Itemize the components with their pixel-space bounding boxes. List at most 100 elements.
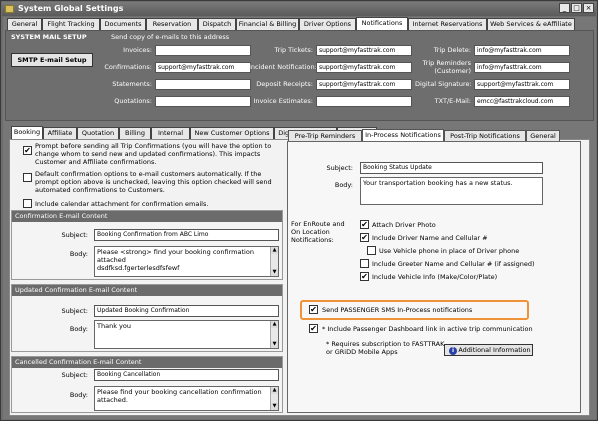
txt-email-field[interactable]: emcc@fasttrakcloud.com <box>474 96 570 107</box>
close-button[interactable]: × <box>583 3 594 13</box>
trip-reminders-email-field[interactable]: info@myfasttrak.com <box>474 62 570 73</box>
tab-billing[interactable]: Billing <box>119 127 151 139</box>
include-dashboard-link-checkbox[interactable]: ✔ <box>309 324 318 333</box>
updated-subject-label: Subject: <box>61 307 89 315</box>
use-vehicle-phone-label: Use Vehicle phone in place of Driver pho… <box>379 247 520 255</box>
tab-new-customer-options[interactable]: New Customer Options <box>190 127 274 139</box>
copy-emails-heading: Send copy of e-mails to this address <box>111 33 230 41</box>
include-vehicle-info-label: Include Vehicle Info (Make/Color/Plate) <box>372 273 498 281</box>
invoices-label: Invoices: <box>123 46 152 54</box>
confirmation-body-text: Please <strong> find your booking confir… <box>97 248 254 272</box>
cancelled-body-textarea[interactable]: Please find your booking cancellation co… <box>94 386 279 411</box>
quotations-email-field[interactable] <box>155 96 251 107</box>
confirmations-label: Confirmations: <box>104 63 152 71</box>
scroll-down-icon[interactable]: ▼ <box>271 403 278 410</box>
tab-pre-trip-reminders[interactable]: Pre-Trip Reminders <box>288 130 362 141</box>
inprocess-body-text: Your transportation booking has a new st… <box>363 179 513 187</box>
additional-information-button[interactable]: i Additional Information <box>444 344 533 356</box>
incident-notification-label: Incident Notification: <box>249 63 317 71</box>
cancelled-body-label: Body: <box>69 391 88 399</box>
scroll-up-icon[interactable]: ▲ <box>271 247 278 254</box>
invoice-estimates-label: Invoice Estimates: <box>253 97 313 105</box>
send-passenger-sms-checkbox[interactable]: ✔ <box>309 305 318 314</box>
trip-delete-email-field[interactable]: info@myfasttrak.com <box>474 45 570 56</box>
tab-internal[interactable]: Internal <box>151 127 190 139</box>
include-vehicle-info-checkbox[interactable]: ✔ <box>360 272 369 281</box>
tab-internet-reservations[interactable]: Internet Reservations <box>408 18 487 30</box>
inprocess-body-textarea[interactable]: Your transportation booking has a new st… <box>360 177 543 205</box>
updated-section-heading: Updated Confirmation E-mail Content <box>12 285 282 296</box>
tab-general-notifications[interactable]: General <box>526 130 560 141</box>
window-content: General Flight Tracking Documents Reserv… <box>3 17 596 419</box>
tab-notifications[interactable]: Notifications <box>356 17 408 30</box>
scroll-up-icon[interactable]: ▲ <box>271 321 278 328</box>
quotations-label: Quotations: <box>114 97 152 105</box>
tab-general[interactable]: General <box>7 18 42 30</box>
maximize-button[interactable]: □ <box>571 3 582 13</box>
include-driver-name-checkbox[interactable]: ✔ <box>360 233 369 242</box>
calendar-attachment-label: Include calendar attachment for confirma… <box>35 200 209 208</box>
tab-dispatch[interactable]: Dispatch <box>198 18 236 30</box>
tab-web-services[interactable]: Web Services & eAffiliate <box>487 18 575 30</box>
cancelled-section-heading: Cancelled Confirmation E-mail Content <box>12 357 282 368</box>
default-confirmation-label: Default confirmation options to e-mail c… <box>35 170 272 194</box>
include-greeter-label: Include Greeter Name and Cellular # (if … <box>372 260 535 268</box>
prompt-before-sending-checkbox[interactable]: ✔ <box>23 146 32 155</box>
tab-driver-options[interactable]: Driver Options <box>299 18 356 30</box>
incident-notification-email-field[interactable]: support@myfasttrak.com <box>316 62 412 73</box>
tab-reservation[interactable]: Reservation <box>146 18 198 30</box>
tab-in-process-notifications[interactable]: In-Process Notifications <box>362 129 444 141</box>
updated-body-text: Thank you <box>97 322 131 330</box>
tab-booking[interactable]: Booking <box>11 126 43 139</box>
tab-financial-billing[interactable]: Financial & Billing <box>236 18 299 30</box>
confirmation-body-label: Body: <box>69 250 88 258</box>
scroll-down-icon[interactable]: ▼ <box>271 269 278 276</box>
updated-body-scrollbar[interactable]: ▲ ▼ <box>270 321 278 348</box>
window-title: System Global Settings <box>18 4 124 13</box>
attach-driver-photo-checkbox[interactable]: ✔ <box>360 220 369 229</box>
confirmation-body-textarea[interactable]: Please <strong> find your booking confir… <box>94 246 279 277</box>
tab-affiliate[interactable]: Affiliate <box>43 127 77 139</box>
deposit-receipts-label: Deposit Receipts: <box>256 80 313 88</box>
cancelled-subject-input[interactable]: Booking Cancellation <box>94 369 279 381</box>
tab-quotation[interactable]: Quotation <box>77 127 119 139</box>
attach-driver-photo-label: Attach Driver Photo <box>372 221 436 229</box>
notifications-header-area <box>5 30 594 121</box>
include-greeter-checkbox[interactable] <box>360 259 369 268</box>
updated-body-textarea[interactable]: Thank you ▲ ▼ <box>94 320 279 349</box>
default-confirmation-checkbox[interactable] <box>23 173 32 182</box>
scroll-up-icon[interactable]: ▲ <box>271 387 278 394</box>
additional-information-label: Additional Information <box>458 346 531 354</box>
confirmation-body-scrollbar[interactable]: ▲ ▼ <box>270 247 278 276</box>
updated-body-label: Body: <box>69 325 88 333</box>
txt-email-label: TXT/E-Mail: <box>434 97 471 105</box>
tab-documents[interactable]: Documents <box>100 18 146 30</box>
calendar-attachment-checkbox[interactable] <box>23 199 32 208</box>
updated-subject-input[interactable]: Updated Booking Confirmation <box>94 305 279 317</box>
inprocess-subject-input[interactable]: Booking Status Update <box>360 162 543 174</box>
trip-tickets-email-field[interactable]: support@myfasttrak.com <box>316 45 412 56</box>
cancelled-body-text: Please find your booking cancellation co… <box>97 388 262 404</box>
deposit-receipts-email-field[interactable]: support@myfasttrak.com <box>316 79 412 90</box>
scroll-down-icon[interactable]: ▼ <box>271 341 278 348</box>
confirmations-email-field[interactable]: support@myfasttrak.com <box>155 62 251 73</box>
invoice-estimates-email-field[interactable] <box>316 96 412 107</box>
digital-signature-email-field[interactable]: support@myfasttrak.com <box>474 79 570 90</box>
app-icon <box>5 5 14 13</box>
smtp-email-setup-button[interactable]: SMTP E-mail Setup <box>11 53 93 67</box>
trip-tickets-label: Trip Tickets: <box>274 46 314 54</box>
include-dashboard-link-label: * Include Passenger Dashboard link in ac… <box>322 325 533 333</box>
subscription-note: * Requires subscription to FASTTRAK or G… <box>326 340 445 356</box>
statements-email-field[interactable] <box>155 79 251 90</box>
cancelled-body-scrollbar[interactable]: ▲ ▼ <box>270 387 278 410</box>
invoices-email-field[interactable] <box>155 45 251 56</box>
inprocess-subject-label: Subject: <box>326 164 354 172</box>
minimize-button[interactable]: _ <box>559 3 570 13</box>
include-driver-name-label: Include Driver Name and Cellular # <box>372 234 488 242</box>
use-vehicle-phone-checkbox[interactable] <box>367 246 376 255</box>
tab-post-trip-notifications[interactable]: Post-Trip Notifications <box>444 130 526 141</box>
send-passenger-sms-label: Send PASSENGER SMS In-Process notificati… <box>322 306 473 314</box>
cancelled-subject-label: Subject: <box>61 371 89 379</box>
tab-flight-tracking[interactable]: Flight Tracking <box>42 18 100 30</box>
confirmation-subject-input[interactable]: Booking Confirmation from ABC Limo <box>94 229 279 241</box>
